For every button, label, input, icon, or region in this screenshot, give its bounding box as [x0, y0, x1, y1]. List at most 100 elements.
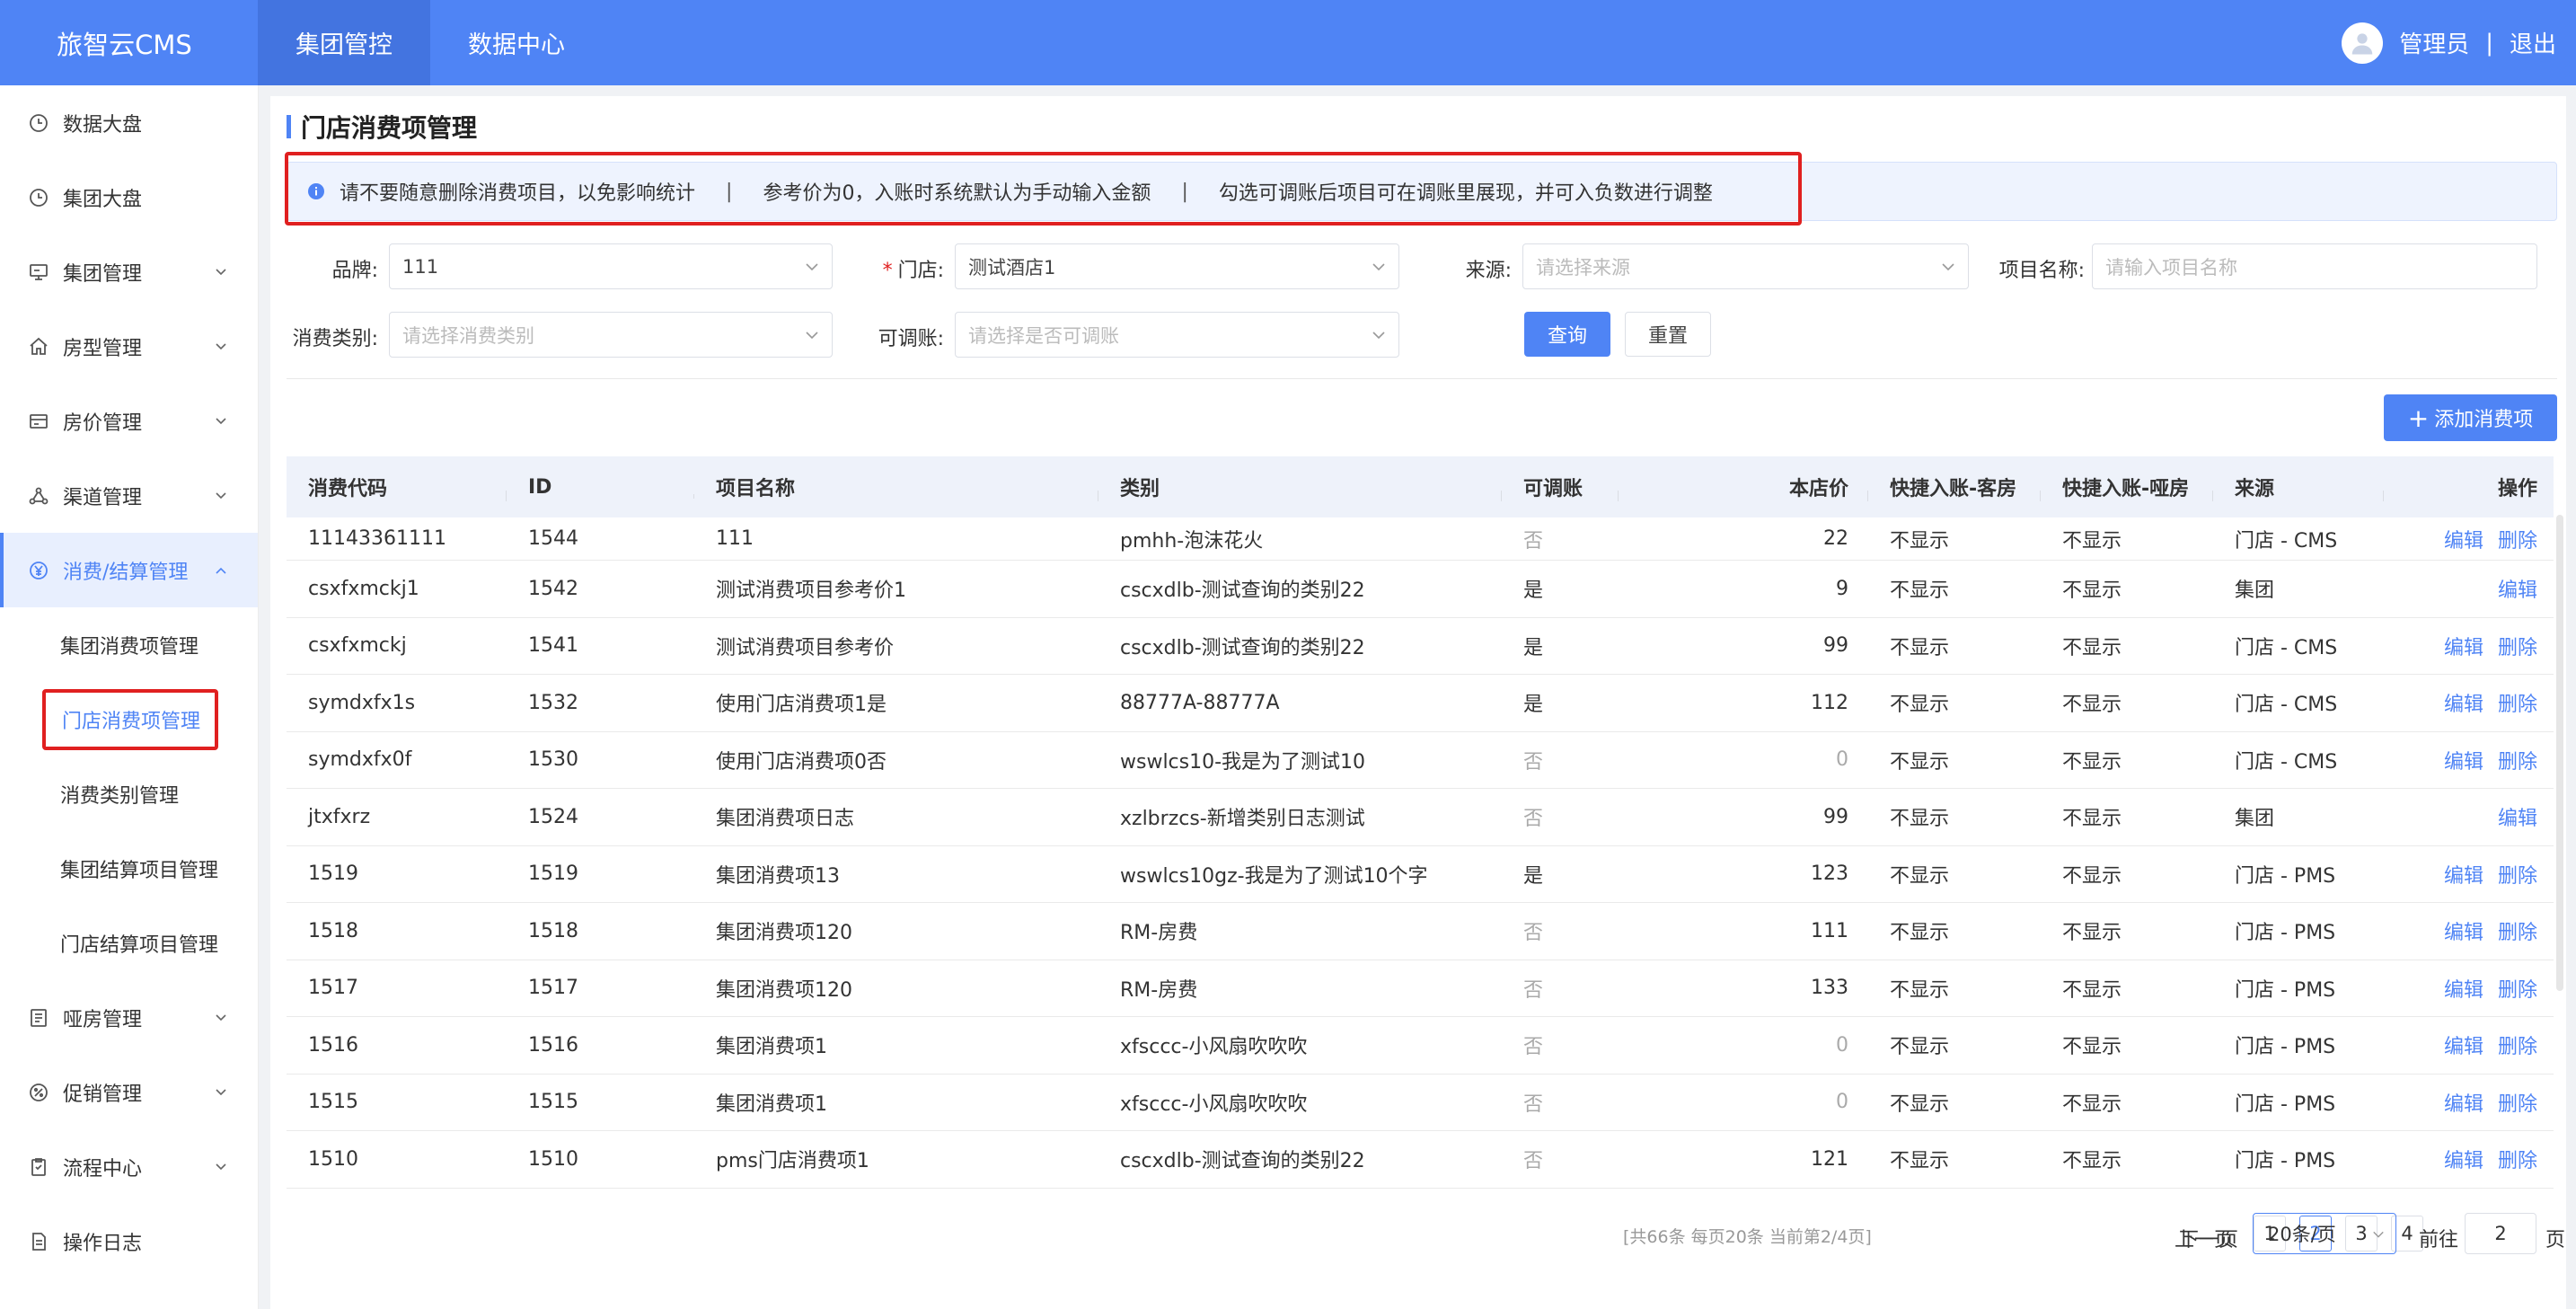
- table-row: symdxfx0f 1530 使用门店消费项0否 wswlcs10-我是为了测试10 否…: [287, 732, 2554, 789]
- category-label: 消费类别:: [292, 328, 378, 350]
- quick-dummy-cell: 不显示: [2062, 1150, 2122, 1173]
- quick-dummy-cell: 不显示: [2062, 808, 2122, 831]
- delete-link[interactable]: 删除: [2498, 916, 2537, 945]
- id-cell: 1532: [528, 691, 578, 714]
- page-size-select[interactable]: 20条/页: [2253, 1213, 2396, 1254]
- delete-link[interactable]: 删除: [2498, 632, 2537, 660]
- edit-link[interactable]: 编辑: [2498, 574, 2537, 603]
- query-button[interactable]: 查询: [1524, 312, 1610, 357]
- table-scrollbar[interactable]: [2556, 515, 2563, 991]
- actions-cell: 编辑: [2384, 802, 2554, 831]
- sidebar-item-room-type[interactable]: 房型管理: [0, 309, 258, 384]
- source-cell: 门店 - PMS: [2235, 1092, 2336, 1116]
- edit-link[interactable]: 编辑: [2498, 802, 2537, 831]
- reset-button[interactable]: 重置: [1625, 312, 1711, 357]
- sidebar-item-promotion[interactable]: 促销管理: [0, 1055, 258, 1129]
- sidebar-subitem-store-settlement[interactable]: 门店结算项目管理: [0, 906, 258, 980]
- delete-link[interactable]: 删除: [2498, 974, 2537, 1003]
- adjustable-cell: 是: [1523, 694, 1544, 717]
- edit-link[interactable]: 编辑: [2444, 688, 2483, 717]
- goto-suffix: 页: [2545, 1229, 2566, 1252]
- edit-link[interactable]: 编辑: [2444, 1145, 2483, 1173]
- sidebar-subitem-label: 门店结算项目管理: [60, 933, 219, 957]
- item-name-input[interactable]: 请输入项目名称: [2092, 243, 2537, 289]
- sidebar-item-data-dashboard[interactable]: 数据大盘: [0, 85, 258, 160]
- adjustable-cell: 否: [1523, 978, 1544, 1002]
- source-cell: 门店 - CMS: [2235, 694, 2338, 717]
- id-cell: 1541: [528, 634, 578, 658]
- sidebar-item-label: 渠道管理: [63, 486, 143, 509]
- sidebar-item-group-management[interactable]: 集团管理: [0, 234, 258, 309]
- sidebar-item-group-dashboard[interactable]: 集团大盘: [0, 160, 258, 234]
- edit-link[interactable]: 编辑: [2444, 860, 2483, 889]
- app-brand[interactable]: 旅智云CMS: [0, 0, 258, 85]
- main-content: 门店消费项管理 请不要随意删除消费项目，以免影响统计 | 参考价为0，入账时系统…: [270, 96, 2566, 1309]
- sidebar-subitem-group-settlement[interactable]: 集团结算项目管理: [0, 831, 258, 906]
- actions-cell: 编辑 删除: [2384, 974, 2554, 1003]
- add-consumption-item-button[interactable]: + 添加消费项: [2384, 394, 2557, 441]
- quick-room-cell: 不显示: [1890, 694, 1950, 717]
- sidebar-item-room-price[interactable]: 房价管理: [0, 384, 258, 458]
- source-cell: 门店 - CMS: [2235, 636, 2338, 659]
- user-separator: |: [2485, 29, 2493, 57]
- brand-select[interactable]: 111: [389, 243, 833, 289]
- user-name[interactable]: 管理员: [2399, 26, 2469, 59]
- user-area: 管理员 | 退出: [2342, 0, 2576, 85]
- source-select[interactable]: 请选择来源: [1522, 243, 1969, 289]
- store-select[interactable]: 测试酒店1: [955, 243, 1399, 289]
- quick-room-cell: 不显示: [1890, 1036, 1950, 1059]
- monitor-icon: [27, 261, 50, 284]
- category-cell: xfsccc-小风扇吹吹吹: [1120, 1092, 1308, 1116]
- column-header: ID: [507, 476, 694, 499]
- delete-link[interactable]: 删除: [2498, 525, 2537, 553]
- category-cell: xfsccc-小风扇吹吹吹: [1120, 1036, 1308, 1059]
- category-select[interactable]: 请选择消费类别: [389, 312, 833, 358]
- table-row: jtxfxrz 1524 集团消费项日志 xzlbrzcs-新增类别日志测试 否 99 不显…: [287, 789, 2554, 846]
- quick-dummy-cell: 不显示: [2062, 978, 2122, 1002]
- item-name-placeholder: 请输入项目名称: [2105, 256, 2237, 279]
- edit-link[interactable]: 编辑: [2444, 1088, 2483, 1117]
- sidebar-item-label: 集团管理: [63, 262, 143, 286]
- code-cell: symdxfx0f: [308, 748, 412, 772]
- code-cell: 1519: [308, 862, 358, 886]
- logout-link[interactable]: 退出: [2510, 26, 2556, 59]
- edit-link[interactable]: 编辑: [2444, 632, 2483, 660]
- yen-icon: [27, 559, 50, 582]
- avatar[interactable]: [2342, 22, 2384, 64]
- delete-link[interactable]: 删除: [2498, 1088, 2537, 1117]
- edit-link[interactable]: 编辑: [2444, 916, 2483, 945]
- promo-icon: [27, 1081, 50, 1104]
- delete-link[interactable]: 删除: [2498, 688, 2537, 717]
- edit-link[interactable]: 编辑: [2444, 525, 2483, 553]
- sidebar-subitem-consumption-category[interactable]: 消费类别管理: [0, 756, 258, 831]
- code-cell: symdxfx1s: [308, 691, 416, 714]
- category-cell: xzlbrzcs-新增类别日志测试: [1120, 808, 1365, 831]
- next-page-button[interactable]: 下一页: [2179, 1224, 2238, 1252]
- sidebar-item-consumption-settlement[interactable]: 消费/结算管理: [0, 533, 258, 607]
- price-cell: 111: [1811, 919, 1848, 942]
- delete-link[interactable]: 删除: [2498, 746, 2537, 774]
- delete-link[interactable]: 删除: [2498, 1145, 2537, 1173]
- sidebar-item-channel[interactable]: 渠道管理: [0, 458, 258, 533]
- delete-link[interactable]: 删除: [2498, 1030, 2537, 1059]
- sidebar-subitem-group-consumption[interactable]: 集团消费项管理: [0, 607, 258, 682]
- sidebar-item-dummy-room[interactable]: 哑房管理: [0, 980, 258, 1055]
- chevron-down-icon: [216, 342, 226, 349]
- top-nav-group-control[interactable]: 集团管控: [258, 0, 430, 85]
- quick-dummy-cell: 不显示: [2062, 1036, 2122, 1059]
- edit-link[interactable]: 编辑: [2444, 746, 2483, 774]
- edit-link[interactable]: 编辑: [2444, 974, 2483, 1003]
- goto-page-input[interactable]: 2: [2465, 1213, 2536, 1254]
- delete-link[interactable]: 删除: [2498, 860, 2537, 889]
- adjustable-select[interactable]: 请选择是否可调账: [955, 312, 1399, 358]
- code-cell: 1517: [308, 977, 358, 1000]
- sidebar-item-process-center[interactable]: 流程中心: [0, 1129, 258, 1204]
- top-nav-data-center[interactable]: 数据中心: [430, 0, 603, 85]
- edit-link[interactable]: 编辑: [2444, 1030, 2483, 1059]
- table-row: 1519 1519 集团消费项13 wswlcs10gz-我是为了测试10个字 是 123…: [287, 846, 2554, 903]
- price-cell: 9: [1836, 577, 1848, 600]
- sidebar-subitem-store-consumption[interactable]: 门店消费项管理: [0, 682, 258, 756]
- id-cell: 1519: [528, 862, 578, 886]
- adjustable-cell: 是: [1523, 579, 1544, 603]
- adjustable-cell: 否: [1523, 808, 1544, 831]
